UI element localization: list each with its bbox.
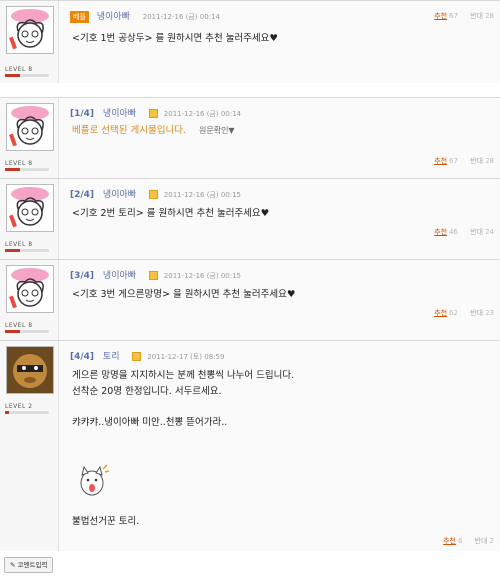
avatar-image [7,266,53,312]
reply-index: [1/4] [70,109,95,119]
reply-index: [3/4] [70,271,95,281]
post-header: [3/4] 냉이아빠 2011-12-16 (금) 00:15 [70,268,241,282]
author-name[interactable]: 냉이아빠 [97,12,130,22]
avatar-image [7,347,53,393]
author-panel: LEVEL 8 [0,98,59,178]
level-bar [5,330,49,333]
post-reply: LEVEL 8 [3/4] 냉이아빠 2011-12-16 (금) 00:15 … [0,259,500,340]
upvote-button[interactable]: 추천 [443,537,456,545]
downvote-count: 2 [489,537,494,545]
vote-box: 추천 67 반대 28 [434,11,494,21]
post-best: LEVEL 8 베플 냉이아빠 2011-12-16 (금) 00:14 <기호… [0,0,500,83]
vote-box: 추천 6 반대 2 [443,536,494,546]
downvote-button[interactable]: 반대 [475,537,488,545]
post-body: [1/4] 냉이아빠 2011-12-16 (금) 00:14 베플로 선택된 … [59,98,500,178]
post-date: 2011-12-16 (금) 00:15 [163,272,242,280]
post-date: 2011-12-17 (토) 08:59 [147,353,225,361]
best-notice: 베플로 선택된 게시물입니다. [72,125,186,136]
post-reply: LEVEL 8 [1/4] 냉이아빠 2011-12-16 (금) 00:14 … [0,97,500,178]
level-label: LEVEL 2 [5,403,33,410]
vote-box: 추천 62 반대 23 [434,308,494,318]
level-bar [5,168,49,171]
post-date: 2011-12-16 (금) 00:15 [163,191,242,199]
author-name[interactable]: 냉이아빠 [103,271,136,281]
level-bar [5,411,49,414]
level-label: LEVEL 8 [5,322,33,329]
lock-icon [148,109,158,118]
upvote-count: 6 [457,537,463,545]
vote-box: 추천 46 반대 24 [434,227,494,237]
post-body: 베플 냉이아빠 2011-12-16 (금) 00:14 <기호 1번 공상두>… [59,1,500,83]
avatar-image [7,185,53,231]
author-panel: LEVEL 8 [0,179,59,259]
avatar-image [7,7,53,53]
downvote-button[interactable]: 반대 [470,157,483,165]
post-header: [1/4] 냉이아빠 2011-12-16 (금) 00:14 [70,106,241,120]
upvote-button[interactable]: 추천 [434,157,447,165]
post-text-line: 게으른 망명을 지지하시는 분께 천뽕씩 나누어 드립니다. [72,370,295,381]
post-body: [3/4] 냉이아빠 2011-12-16 (금) 00:15 <기호 3번 게… [59,260,500,340]
upvote-button[interactable]: 추천 [434,309,447,317]
best-badge: 베플 [70,10,89,23]
level-bar [5,249,49,252]
downvote-button[interactable]: 반대 [470,228,483,236]
avatar[interactable] [6,6,54,54]
lock-icon [132,352,142,361]
downvote-button[interactable]: 반대 [470,12,483,20]
lock-icon [148,190,158,199]
post-reply: LEVEL 8 [2/4] 냉이아빠 2011-12-16 (금) 00:15 … [0,178,500,259]
level-label: LEVEL 8 [5,66,33,73]
downvote-button[interactable]: 반대 [470,309,483,317]
pencil-icon: ✎ [10,561,16,569]
post-text-line: 불법선거꾼 토리. [72,516,140,527]
author-name[interactable]: 토리 [103,352,120,362]
upvote-count: 67 [449,12,458,20]
post-text-line: 캬캬캬..냉이아빠 미안..천뽕 뜯어가라.. [72,417,228,428]
author-name[interactable]: 냉이아빠 [103,109,136,119]
author-panel: LEVEL 8 [0,260,59,340]
cat-emoticon-icon [74,461,110,497]
author-panel: LEVEL 2 [0,341,59,551]
downvote-count: 28 [485,12,494,20]
avatar[interactable] [6,265,54,313]
upvote-count: 62 [449,309,458,317]
comment-input-button[interactable]: ✎ 코멘트입력 [4,557,54,573]
upvote-button[interactable]: 추천 [434,228,447,236]
reply-index: [2/4] [70,190,95,200]
lock-icon [148,271,158,280]
post-header: [2/4] 냉이아빠 2011-12-16 (금) 00:15 [70,187,241,201]
upvote-button[interactable]: 추천 [434,12,447,20]
post-body: [2/4] 냉이아빠 2011-12-16 (금) 00:15 <기호 2번 토… [59,179,500,259]
post-date: 2011-12-16 (금) 00:14 [163,110,242,118]
reply-index: [4/4] [70,352,95,362]
post-text: <기호 2번 토리> 를 원하시면 추천 눌러주세요♥ [72,208,270,219]
avatar[interactable] [6,184,54,232]
upvote-count: 46 [449,228,458,236]
vote-box: 추천 67 반대 28 [434,156,494,166]
post-text-line: 선착순 20명 한정입니다. 서두르세요. [72,386,222,397]
post-text: <기호 1번 공상두> 를 원하시면 추천 눌러주세요♥ [72,33,278,44]
avatar[interactable] [6,346,54,394]
author-name[interactable]: 냉이아빠 [103,190,136,200]
post-text: 베플로 선택된 게시물입니다. 원문확인▼ [72,123,235,139]
level-label: LEVEL 8 [5,160,33,167]
upvote-count: 67 [449,157,458,165]
view-original-link[interactable]: 원문확인▼ [199,126,235,135]
comment-input-label: 코멘트입력 [17,561,48,569]
post-header: [4/4] 토리 2011-12-17 (토) 08:59 [70,349,224,363]
post-reply: LEVEL 2 [4/4] 토리 2011-12-17 (토) 08:59 게으… [0,340,500,551]
post-header: 베플 냉이아빠 2011-12-16 (금) 00:14 [70,9,220,23]
avatar-image [7,104,53,150]
post-body: [4/4] 토리 2011-12-17 (토) 08:59 게으른 망명을 지지… [59,341,500,551]
level-bar [5,74,49,77]
post-text: <기호 3번 게으른망명> 을 원하시면 추천 눌러주세요♥ [72,289,296,300]
downvote-count: 28 [485,157,494,165]
avatar[interactable] [6,103,54,151]
level-label: LEVEL 8 [5,241,33,248]
author-panel: LEVEL 8 [0,1,59,83]
downvote-count: 24 [485,228,494,236]
post-date: 2011-12-16 (금) 00:14 [142,13,220,21]
downvote-count: 23 [485,309,494,317]
